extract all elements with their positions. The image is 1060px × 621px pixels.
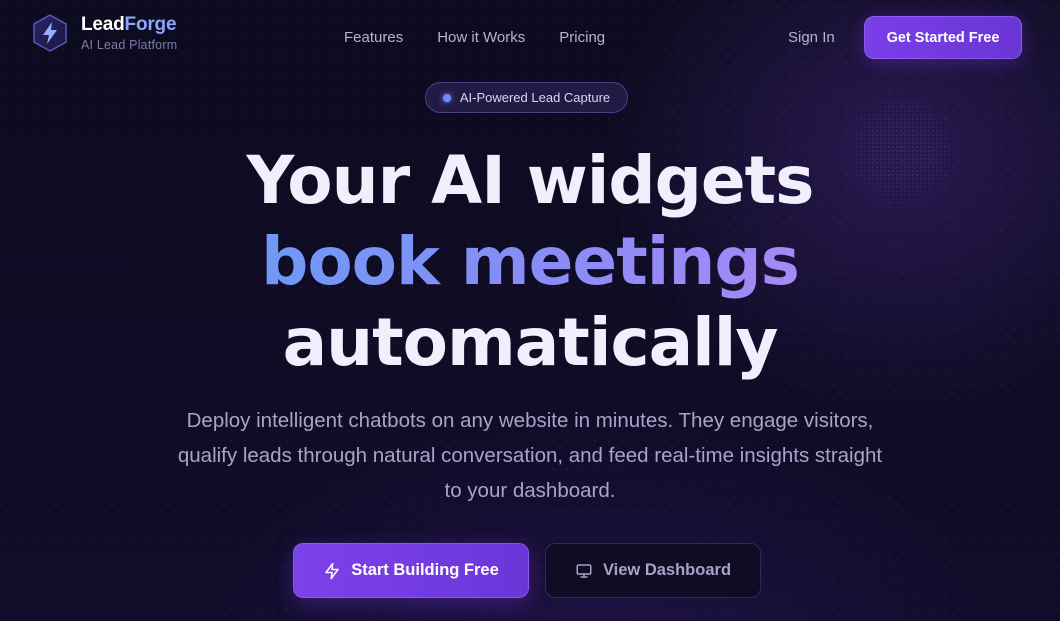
headline-line-1: Your AI widgets [246,142,815,219]
start-building-label: Start Building Free [351,561,499,579]
nav-link-features[interactable]: Features [344,29,403,46]
brand-logo[interactable]: LeadForge AI Lead Platform [30,13,177,53]
zap-icon [323,562,341,580]
view-dashboard-label: View Dashboard [602,561,732,579]
brand-name-lead: Lead [81,14,125,35]
badge-text: AI-Powered Lead Capture [459,90,611,105]
hero-headline: Your AI widgets book meetings automatica… [0,140,1060,383]
brand-name: LeadForge [81,14,177,36]
monitor-icon [575,562,593,580]
nav-links: Features How it Works Pricing [344,29,639,46]
get-started-button[interactable]: Get Started Free [864,16,1022,59]
top-navigation: LeadForge AI Lead Platform Features How … [0,0,1060,76]
headline-line-2: book meetings [261,223,800,300]
nav-link-how-it-works[interactable]: How it Works [437,29,525,46]
sign-in-link[interactable]: Sign In [788,29,835,46]
start-building-button[interactable]: Start Building Free [293,543,529,598]
brand-tagline: AI Lead Platform [81,38,178,52]
lightning-bolt-icon [30,13,70,53]
brand-text: LeadForge AI Lead Platform [81,14,177,52]
hero-subtitle: Deploy intelligent chatbots on any websi… [177,409,883,502]
nav-link-pricing[interactable]: Pricing [559,29,605,46]
badge-dot-icon [442,93,451,102]
brand-name-forge: Forge [124,14,177,35]
headline-line-3: automatically [282,304,779,381]
hero-badge: AI-Powered Lead Capture [425,82,628,113]
view-dashboard-button[interactable]: View Dashboard [545,543,761,598]
